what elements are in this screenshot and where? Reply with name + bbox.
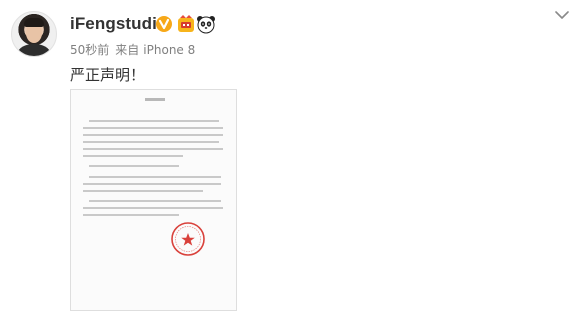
- document-text-line: [89, 165, 179, 167]
- attached-document-image[interactable]: [70, 89, 237, 311]
- post-time[interactable]: 50秒前: [70, 43, 109, 57]
- source-prefix: 来自: [115, 43, 140, 57]
- document-text-line: [83, 155, 183, 157]
- fan-badge-icon[interactable]: [176, 14, 196, 34]
- avatar[interactable]: [11, 11, 57, 57]
- document-text-line: [83, 134, 223, 136]
- document-title-line: [145, 98, 165, 101]
- verified-badge-icon: [156, 16, 172, 32]
- document-text-line: [83, 148, 223, 150]
- chevron-down-icon[interactable]: [555, 10, 569, 20]
- post-text: 严正声明！: [70, 66, 146, 84]
- red-seal-stamp: [171, 222, 205, 256]
- post-source[interactable]: iPhone 8: [143, 43, 195, 57]
- document-text-line: [83, 127, 223, 129]
- document-text-line: [83, 141, 219, 143]
- document-text-line: [89, 200, 221, 202]
- document-text-line: [89, 120, 219, 122]
- document-text-line: [83, 183, 221, 185]
- avatar-hair: [24, 18, 44, 27]
- document-text-line: [89, 176, 221, 178]
- document-text-line: [83, 207, 223, 209]
- panda-icon[interactable]: [196, 14, 216, 34]
- avatar-shirt: [18, 44, 50, 56]
- document-text-line: [83, 190, 203, 192]
- username-link[interactable]: iFengstudio: [70, 14, 167, 34]
- post-meta: 50秒前 来自 iPhone 8: [70, 41, 201, 58]
- document-text-line: [83, 214, 179, 216]
